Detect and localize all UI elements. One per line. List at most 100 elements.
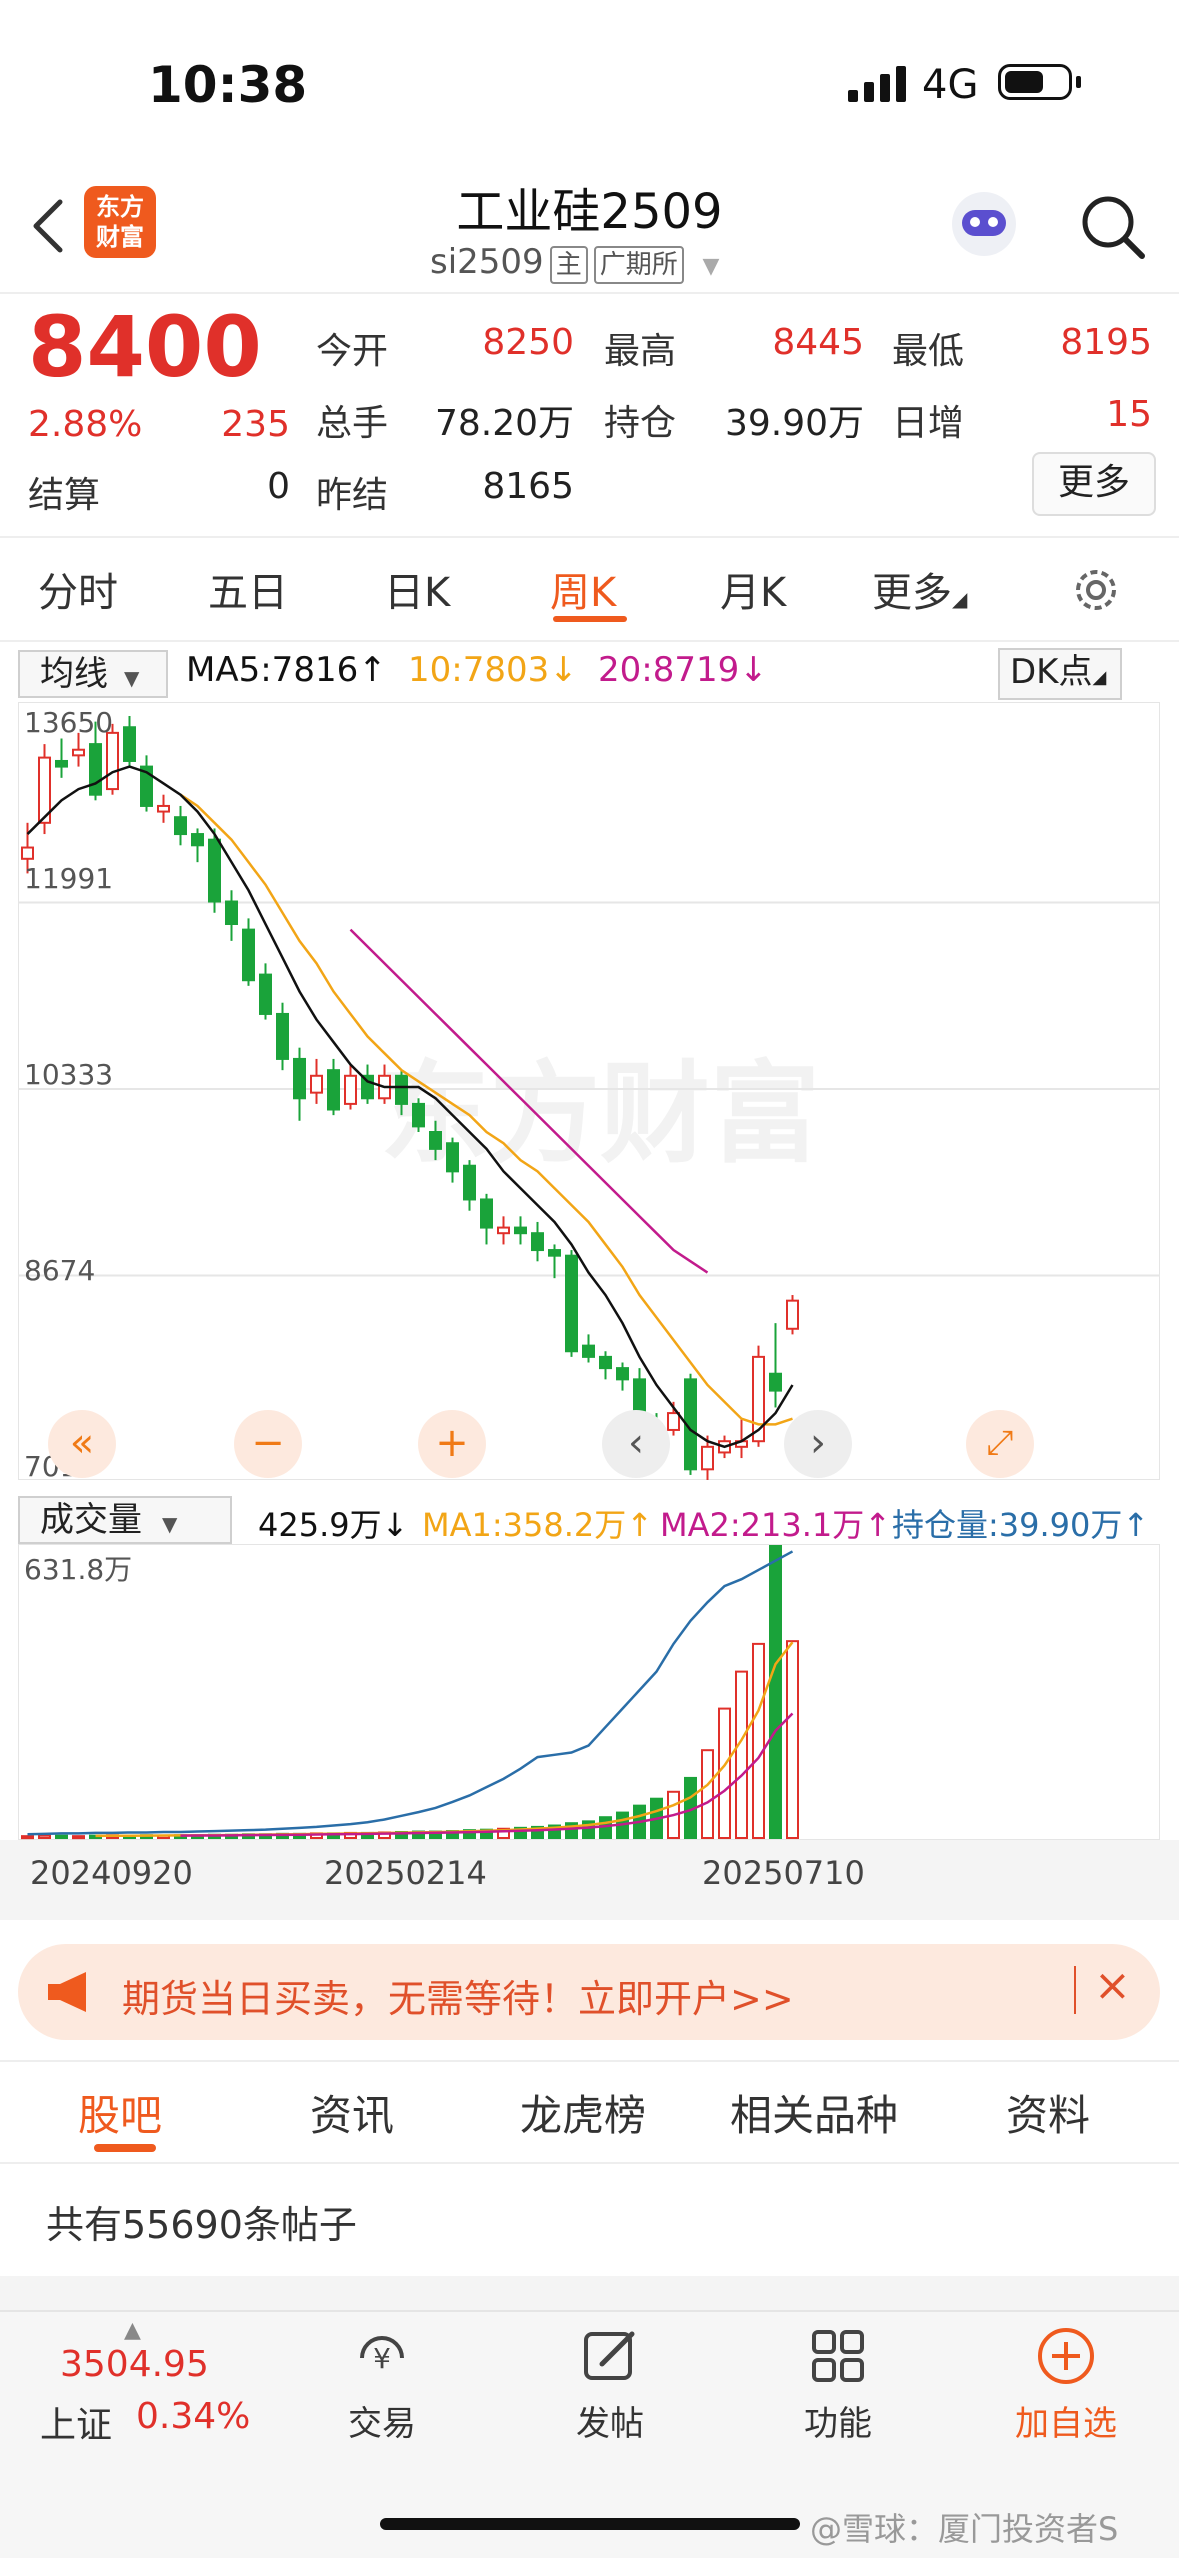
change-pct: 2.88% xyxy=(28,404,143,445)
candle-body xyxy=(769,1372,782,1392)
tab-daily-k[interactable]: 日K xyxy=(384,560,450,618)
tab-five-day[interactable]: 五日 xyxy=(208,560,288,618)
battery-tip xyxy=(1076,76,1081,88)
candle-body xyxy=(55,759,68,768)
nav-trade[interactable]: 交易 xyxy=(292,2396,472,2445)
fast-back-button[interactable]: « xyxy=(48,1410,116,1478)
y-tick-label: 8674 xyxy=(24,1254,96,1287)
candle-body xyxy=(531,1232,544,1252)
search-icon[interactable] xyxy=(1078,192,1148,262)
dk-point-button[interactable]: DK点◢ xyxy=(998,648,1122,700)
volume-value: 78.20万 xyxy=(434,403,574,444)
edit-icon[interactable] xyxy=(580,2326,640,2386)
candle-body xyxy=(123,726,136,762)
svg-text:¥: ¥ xyxy=(373,2342,391,2375)
kline-chart[interactable] xyxy=(18,702,1160,1480)
candle-body xyxy=(599,1355,612,1370)
zoom-in-button[interactable]: + xyxy=(418,1410,486,1478)
candle-body xyxy=(786,1299,799,1330)
volume-bar xyxy=(786,1640,799,1839)
banner-separator xyxy=(1074,1966,1076,2014)
candle-body xyxy=(701,1445,714,1471)
more-button[interactable]: 更多 xyxy=(1032,452,1156,516)
section-gap xyxy=(0,2276,1179,2310)
candle-body xyxy=(89,743,102,796)
candle-body xyxy=(480,1198,493,1229)
active-tab-indicator xyxy=(553,616,627,622)
open-interest-value: 持仓量:39.90万↑ xyxy=(892,1506,1150,1544)
volume-bar xyxy=(769,1545,782,1839)
candle-body xyxy=(344,1074,357,1105)
position-value: 39.90万 xyxy=(724,403,864,444)
volume-bar xyxy=(38,1834,51,1840)
banner-text[interactable]: 期货当日买卖，无需等待！立即开户>> xyxy=(122,1968,794,2023)
dropdown-icon: ▼ xyxy=(702,254,720,279)
candle-body xyxy=(429,1131,442,1150)
expand-button[interactable]: ⤢ xyxy=(966,1410,1034,1478)
prev-button[interactable]: ‹ xyxy=(602,1410,670,1478)
low-value: 8195 xyxy=(1060,322,1152,363)
candle-body xyxy=(242,928,255,982)
tab-profile[interactable]: 资料 xyxy=(1006,2082,1090,2143)
candle-body xyxy=(463,1164,476,1201)
volume-selector[interactable]: 成交量 ▼ xyxy=(18,1496,232,1544)
tab-dragon-tiger[interactable]: 龙虎榜 xyxy=(520,2082,646,2143)
x-tick-label: 20250710 xyxy=(702,1854,865,1892)
nav-function[interactable]: 功能 xyxy=(748,2396,928,2445)
tab-news[interactable]: 资讯 xyxy=(310,2082,394,2143)
ma20-value: 20:8719↓ xyxy=(598,650,768,690)
candle-body xyxy=(106,731,119,791)
x-tick-label: 20240920 xyxy=(30,1854,193,1892)
volume-bar xyxy=(752,1642,765,1839)
candle-body xyxy=(293,1057,306,1100)
gear-icon[interactable] xyxy=(1068,562,1124,618)
contract-code[interactable]: si2509 主广期所 ▼ xyxy=(430,242,719,284)
trade-icon[interactable]: ¥ xyxy=(350,2328,414,2388)
post-count: 共有55690条帖子 xyxy=(46,2203,357,2247)
volume-bar xyxy=(21,1835,34,1840)
candle-body xyxy=(395,1074,408,1105)
high-label: 最高 xyxy=(604,331,677,372)
tab-more[interactable]: 更多◢ xyxy=(872,560,967,618)
ma-selector[interactable]: 均线 ▼ xyxy=(18,650,168,698)
ma10-value: 10:7803↓ xyxy=(408,650,578,690)
tab-forum[interactable]: 股吧 xyxy=(78,2082,162,2143)
open-label: 今开 xyxy=(316,331,389,372)
ma10-line xyxy=(179,793,793,1426)
candle-body xyxy=(412,1102,425,1128)
watermark-text: @雪球：厦门投资者S xyxy=(810,2510,1119,2548)
grid-icon[interactable] xyxy=(808,2326,868,2386)
zoom-out-button[interactable]: − xyxy=(234,1410,302,1478)
next-button[interactable]: › xyxy=(784,1410,852,1478)
tab-minute[interactable]: 分时 xyxy=(38,560,118,618)
index-change[interactable]: 0.34% xyxy=(136,2396,250,2437)
candle-body xyxy=(157,804,170,813)
home-indicator xyxy=(380,2518,800,2530)
index-value[interactable]: 3504.95 xyxy=(60,2344,209,2385)
candle-body xyxy=(327,1069,340,1111)
index-name[interactable]: 上证 xyxy=(40,2396,112,2448)
robot-avatar-icon[interactable] xyxy=(952,192,1016,256)
daily-inc-value: 15 xyxy=(1106,394,1152,435)
nav-post[interactable]: 发帖 xyxy=(520,2396,700,2445)
volume-max-label: 631.8万 xyxy=(24,1553,133,1586)
active-content-indicator xyxy=(94,2144,156,2152)
settle-label: 结算 xyxy=(28,475,101,516)
change-value: 235 xyxy=(221,404,290,445)
volume-chart[interactable] xyxy=(18,1544,1160,1840)
plus-circle-icon[interactable] xyxy=(1034,2324,1098,2388)
candle-body xyxy=(259,973,272,1015)
position-label: 持仓 xyxy=(604,403,677,444)
candle-body xyxy=(208,838,221,903)
tab-monthly-k[interactable]: 月K xyxy=(720,560,786,618)
exchange-tag: 广期所 xyxy=(593,246,684,284)
nav-add-watchlist[interactable]: 加自选 xyxy=(976,2396,1156,2445)
volume-bar xyxy=(55,1834,68,1840)
tab-related[interactable]: 相关品种 xyxy=(730,2082,898,2143)
status-time: 10:38 xyxy=(148,56,308,114)
y-tick-label: 11991 xyxy=(24,862,114,895)
y-tick-label: 10333 xyxy=(24,1058,114,1091)
close-icon[interactable]: × xyxy=(1094,1960,1131,2011)
tab-weekly-k[interactable]: 周K xyxy=(550,560,616,618)
open-value: 8250 xyxy=(482,322,574,363)
